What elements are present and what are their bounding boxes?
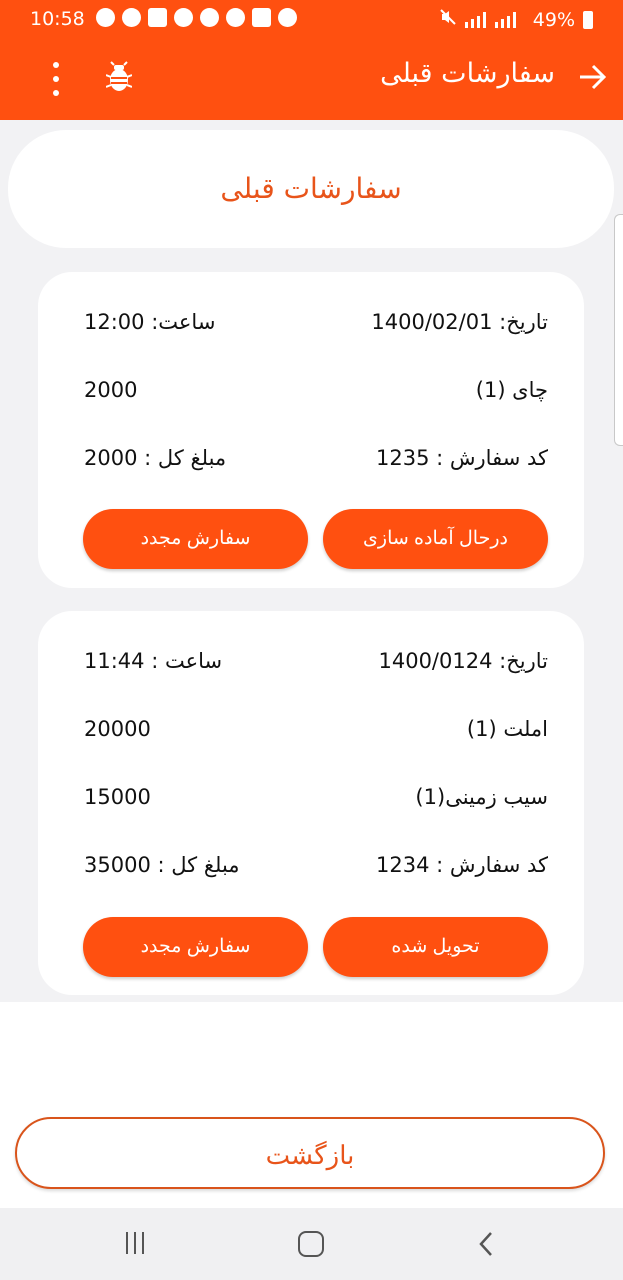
signal-icon bbox=[464, 11, 525, 28]
mute-icon bbox=[439, 8, 457, 31]
more-vert-icon[interactable] bbox=[44, 62, 68, 96]
order-total: مبلغ کل : 35000 bbox=[84, 853, 240, 877]
order-card: تاریخ: 1400/0124 ساعت : 11:44 املت (1) 2… bbox=[38, 611, 584, 995]
order-card: تاریخ: 1400/02/01 ساعت: 12:00 چای (1) 20… bbox=[38, 272, 584, 588]
message-icon bbox=[148, 8, 167, 27]
order-code: کد سفارش : 1234 bbox=[376, 853, 548, 877]
reorder-button[interactable]: سفارش مجدد bbox=[83, 509, 308, 569]
lightning-icon bbox=[174, 8, 193, 27]
telegram-icon bbox=[96, 8, 115, 27]
status-indicators: 49% bbox=[439, 8, 593, 31]
order-item-row: املت (1) 20000 bbox=[38, 717, 584, 753]
battery-percent: 49% bbox=[532, 8, 575, 31]
order-item-name: املت (1) bbox=[466, 717, 548, 741]
app-bar-title: سفارشات قبلی bbox=[380, 58, 555, 89]
telegram-icon bbox=[122, 8, 141, 27]
order-time: ساعت: 12:00 bbox=[84, 310, 216, 334]
home-icon[interactable] bbox=[298, 1231, 324, 1257]
page-header-card: سفارشات قبلی bbox=[8, 130, 614, 248]
order-time: ساعت : 11:44 bbox=[84, 649, 223, 673]
nav-back-icon[interactable] bbox=[476, 1230, 496, 1262]
order-item-name: چای (1) bbox=[475, 378, 548, 402]
order-item-row: سیب زمینی(1) 15000 bbox=[38, 785, 584, 821]
app-bar: سفارشات قبلی bbox=[0, 38, 623, 120]
order-item-price: 20000 bbox=[84, 717, 151, 741]
status-bar: 10:58 49% bbox=[0, 0, 623, 38]
battery-icon bbox=[583, 10, 593, 29]
order-status-button[interactable]: درحال آماده سازی bbox=[323, 509, 548, 569]
image-icon bbox=[252, 8, 271, 27]
order-total: مبلغ کل : 2000 bbox=[84, 446, 227, 470]
reorder-button[interactable]: سفارش مجدد bbox=[83, 917, 308, 977]
order-code: کد سفارش : 1235 bbox=[376, 446, 548, 470]
notification-icons bbox=[96, 8, 297, 27]
orders-content[interactable]: سفارشات قبلی تاریخ: 1400/02/01 ساعت: 12:… bbox=[0, 120, 623, 1002]
back-button[interactable]: بازگشت bbox=[15, 1117, 605, 1189]
order-date-time-row: تاریخ: 1400/02/01 ساعت: 12:00 bbox=[38, 310, 584, 346]
status-time: 10:58 bbox=[30, 8, 85, 30]
accessibility-icon bbox=[200, 8, 219, 27]
order-summary-row: کد سفارش : 1235 مبلغ کل : 2000 bbox=[38, 446, 584, 482]
bell-icon bbox=[226, 8, 245, 27]
system-nav-bar bbox=[0, 1208, 623, 1280]
order-status-button[interactable]: تحویل شده bbox=[323, 917, 548, 977]
order-date: تاریخ: 1400/0124 bbox=[378, 649, 548, 673]
page-title: سفارشات قبلی bbox=[220, 172, 402, 205]
order-item-price: 15000 bbox=[84, 785, 151, 809]
recent-apps-icon[interactable] bbox=[126, 1232, 144, 1254]
order-summary-row: کد سفارش : 1234 مبلغ کل : 35000 bbox=[38, 853, 584, 889]
bug-icon[interactable] bbox=[105, 61, 133, 97]
send-icon bbox=[278, 8, 297, 27]
order-item-price: 2000 bbox=[84, 378, 138, 402]
order-item-row: چای (1) 2000 bbox=[38, 378, 584, 414]
order-date-time-row: تاریخ: 1400/0124 ساعت : 11:44 bbox=[38, 649, 584, 685]
arrow-back-icon[interactable] bbox=[577, 62, 607, 96]
order-item-name: سیب زمینی(1) bbox=[415, 785, 548, 809]
order-date: تاریخ: 1400/02/01 bbox=[371, 310, 548, 334]
scroll-indicator[interactable] bbox=[614, 214, 623, 446]
